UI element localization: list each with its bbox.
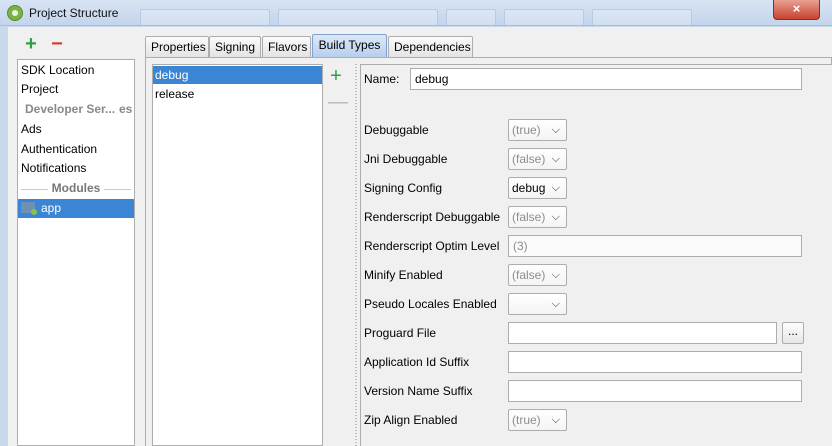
- background-window-tab: [278, 9, 438, 25]
- add-icon[interactable]: +: [23, 34, 39, 54]
- minify-enabled-select[interactable]: (false) ⌵: [508, 264, 567, 286]
- version-name-suffix-field[interactable]: [508, 380, 802, 402]
- sidebar-item-app[interactable]: app: [18, 199, 134, 218]
- project-structure-dialog: + − SDK Location Project Developer Ser..…: [8, 27, 832, 446]
- sidebar-item-suffix: es: [119, 102, 133, 116]
- name-field[interactable]: debug: [410, 68, 802, 90]
- application-id-suffix-label: Application Id Suffix: [364, 355, 470, 369]
- renderscript-debuggable-label: Renderscript Debuggable: [364, 210, 501, 224]
- sidebar-item-label: Developer Ser...: [25, 102, 116, 116]
- renderscript-optim-level-label: Renderscript Optim Level: [364, 239, 500, 253]
- tab-dependencies[interactable]: Dependencies: [388, 36, 473, 57]
- renderscript-debuggable-value: (false): [512, 210, 546, 224]
- chevron-down-icon: ⌵: [551, 414, 560, 426]
- minify-enabled-label: Minify Enabled: [364, 268, 443, 282]
- chevron-down-icon: ⌵: [551, 269, 560, 281]
- build-types-list: debug release: [152, 64, 323, 446]
- zip-align-enabled-value: (true): [512, 413, 541, 427]
- zip-align-enabled-label: Zip Align Enabled: [364, 413, 458, 427]
- modules-header: Modules: [47, 181, 105, 195]
- background-window-tab: [446, 9, 496, 25]
- minify-enabled-value: (false): [512, 268, 546, 282]
- version-name-suffix-label: Version Name Suffix: [364, 384, 473, 398]
- signing-config-value: debug: [512, 181, 546, 195]
- chevron-down-icon: ⌵: [551, 211, 560, 223]
- chevron-down-icon: ⌵: [551, 124, 560, 136]
- splitter-handle[interactable]: [351, 64, 360, 446]
- background-window-tab: [504, 9, 584, 25]
- jni-debuggable-label: Jni Debuggable: [364, 152, 448, 166]
- name-label: Name:: [364, 72, 400, 86]
- remove-icon[interactable]: −: [49, 34, 65, 54]
- application-id-suffix-field[interactable]: [508, 351, 802, 373]
- jni-debuggable-select[interactable]: (false) ⌵: [508, 148, 567, 170]
- debuggable-value: (true): [512, 123, 541, 137]
- chevron-down-icon: ⌵: [551, 182, 560, 194]
- window-title: Project Structure: [29, 6, 119, 20]
- background-window-tab: [140, 9, 270, 25]
- build-type-item-release[interactable]: release: [153, 85, 322, 103]
- sidebar-item-label: app: [41, 201, 62, 215]
- modules-separator: Modules: [18, 179, 134, 198]
- sidebar-item-notifications[interactable]: Notifications: [18, 159, 134, 178]
- renderscript-debuggable-select[interactable]: (false) ⌵: [508, 206, 567, 228]
- sidebar-item-sdk-location[interactable]: SDK Location: [18, 61, 134, 80]
- build-type-item-debug[interactable]: debug: [153, 66, 322, 84]
- settings-category-list: SDK Location Project Developer Ser... es …: [17, 59, 135, 446]
- signing-config-label: Signing Config: [364, 181, 443, 195]
- module-folder-icon: [21, 202, 37, 215]
- proguard-file-field[interactable]: [508, 322, 777, 344]
- sidebar-item-project[interactable]: Project: [18, 80, 134, 99]
- tab-signing[interactable]: Signing: [209, 36, 261, 57]
- debuggable-select[interactable]: (true) ⌵: [508, 119, 567, 141]
- remove-build-type-icon[interactable]: —: [328, 92, 348, 112]
- sidebar-item-developer-services[interactable]: Developer Ser... es: [18, 100, 134, 119]
- tab-build-types[interactable]: Build Types: [312, 34, 387, 57]
- sidebar-item-authentication[interactable]: Authentication: [18, 140, 134, 159]
- android-studio-icon: [7, 5, 23, 21]
- chevron-down-icon: ⌵: [551, 153, 560, 165]
- pseudo-locales-enabled-select[interactable]: ⌵: [508, 293, 567, 315]
- tab-flavors[interactable]: Flavors: [262, 36, 311, 57]
- title-bar: Project Structure ×: [0, 0, 832, 26]
- jni-debuggable-value: (false): [512, 152, 546, 166]
- proguard-file-label: Proguard File: [364, 326, 437, 340]
- close-button[interactable]: ×: [773, 0, 820, 20]
- debuggable-label: Debuggable: [364, 123, 429, 137]
- chevron-down-icon: ⌵: [551, 298, 560, 310]
- renderscript-optim-level-field[interactable]: (3): [508, 235, 802, 257]
- add-build-type-icon[interactable]: +: [328, 66, 344, 86]
- zip-align-enabled-select[interactable]: (true) ⌵: [508, 409, 567, 431]
- browse-button[interactable]: ...: [782, 322, 804, 344]
- pseudo-locales-enabled-label: Pseudo Locales Enabled: [364, 297, 497, 311]
- background-window-tab: [592, 9, 692, 25]
- tab-properties[interactable]: Properties: [145, 36, 209, 57]
- sidebar-item-ads[interactable]: Ads: [18, 120, 134, 139]
- signing-config-select[interactable]: debug ⌵: [508, 177, 567, 199]
